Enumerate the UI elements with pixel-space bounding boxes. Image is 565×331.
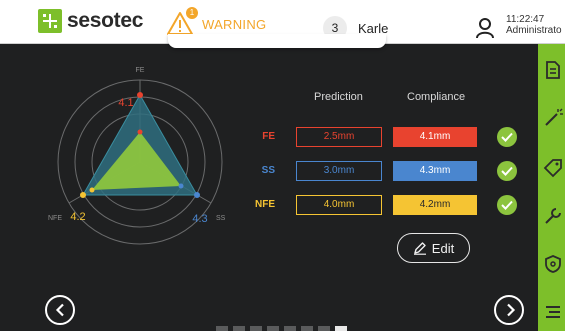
chevron-left-icon [55,303,64,317]
axis-label-nfe: NFE [48,215,62,222]
fe-compliance-point [137,92,143,98]
clock-time: 11:22:47 [506,14,545,25]
ss-prediction-field[interactable]: 3.0mm [296,161,382,181]
nfe-compliance-point [80,192,86,198]
warning-label: WARNING [202,16,267,32]
axis-label-fe: FE [136,67,145,74]
row-label-nfe: NFE [255,199,275,210]
page-dot[interactable] [318,326,330,331]
shield-icon[interactable] [543,254,563,274]
logo-mark-icon [38,9,62,33]
tag-icon[interactable] [543,158,563,178]
document-icon[interactable] [543,60,563,80]
person-icon[interactable] [475,17,495,44]
chevron-right-icon [507,303,516,317]
edit-button-label: Edit [431,240,455,256]
user-role: Administrato [506,25,562,36]
prediction-header: Prediction [314,91,363,103]
brand-name: sesotec [67,9,144,32]
fe-value-label: 4.1 [118,97,133,109]
row-label-fe: FE [262,131,275,142]
fe-check-icon [497,127,517,147]
nfe-prediction-field[interactable]: 4.0mm [296,195,382,215]
list-icon[interactable] [543,302,563,322]
page-indicator [216,326,352,331]
previous-button[interactable] [45,295,75,325]
fe-prediction-point [137,129,143,135]
radar-chart: FE 4.1 SS 4.3 NFE 4.2 [48,67,226,245]
axis-label-ss: SS [216,215,226,222]
fe-prediction-field[interactable]: 2.5mm [296,127,382,147]
fe-compliance-field[interactable]: 4.1mm [393,127,477,147]
magic-wand-icon[interactable] [543,108,563,128]
nfe-check-icon [497,195,517,215]
ss-value-label: 4.3 [192,213,207,225]
page-dot-active[interactable] [335,326,347,331]
clock: 11:22:47 Administrato [506,14,562,36]
wrench-icon[interactable] [543,206,563,226]
right-sidebar [538,44,565,331]
ss-prediction-point [178,183,184,189]
nfe-compliance-field[interactable]: 4.2mm [393,195,477,215]
nfe-value-label: 4.2 [70,211,85,223]
pencil-icon [413,242,426,255]
edit-button[interactable]: Edit [397,233,470,263]
page-dot[interactable] [233,326,245,331]
compliance-header: Compliance [407,91,466,103]
ss-check-icon [497,161,517,181]
nfe-prediction-point [89,187,95,193]
page-dot[interactable] [301,326,313,331]
ss-compliance-point [194,192,200,198]
ss-compliance-field[interactable]: 4.3mm [393,161,477,181]
row-label-ss: SS [261,165,275,176]
next-button[interactable] [494,295,524,325]
page-dot[interactable] [216,326,228,331]
user-tab-shadow [168,34,386,48]
brand-logo: sesotec [38,9,143,33]
page-dot[interactable] [284,326,296,331]
page-dot[interactable] [250,326,262,331]
warning-count-badge: 1 [186,7,198,19]
page-dot[interactable] [267,326,279,331]
